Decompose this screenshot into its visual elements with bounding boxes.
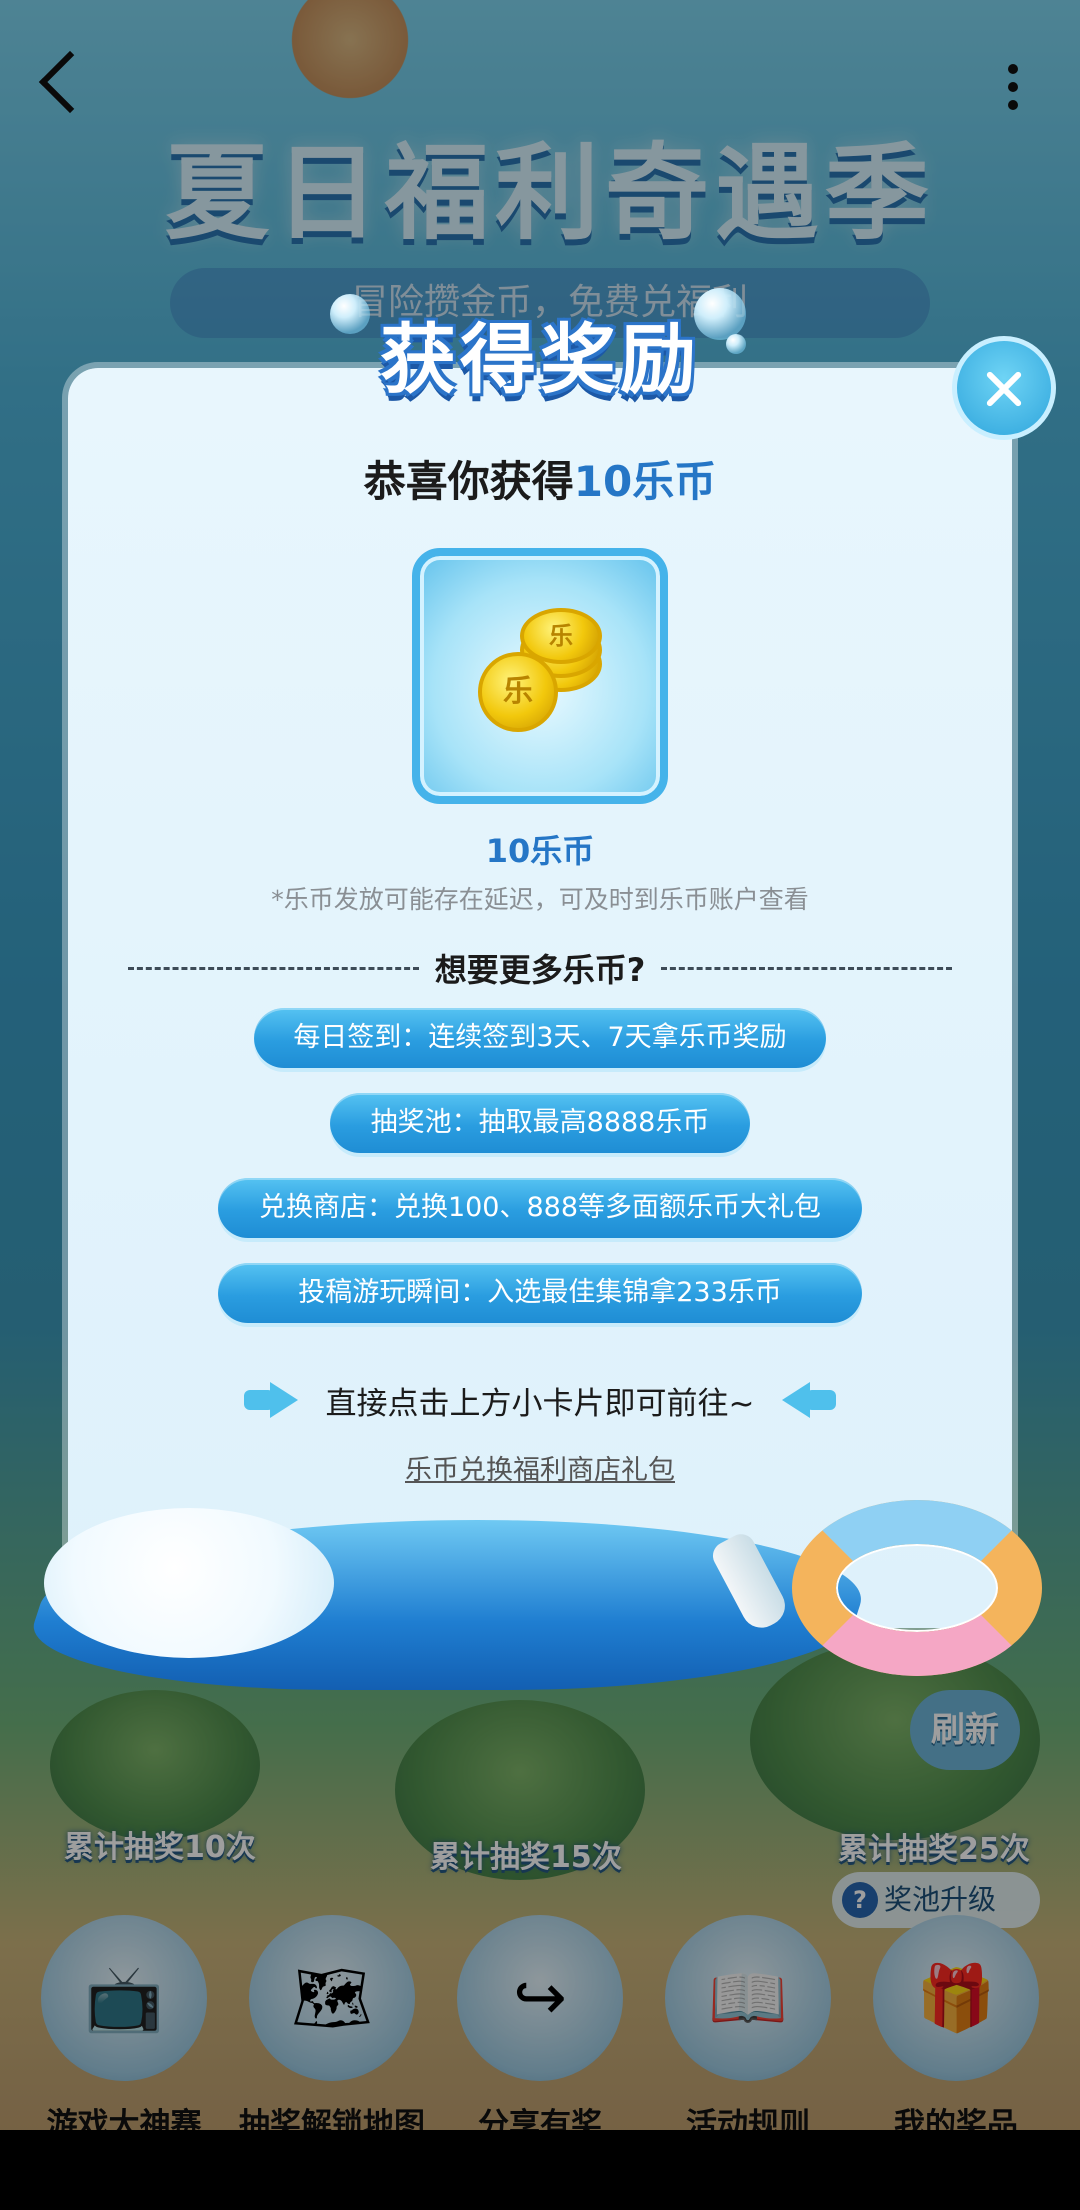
close-button[interactable] — [952, 336, 1056, 440]
modal-title: 获得奖励 — [380, 315, 700, 404]
coin-icon: 乐 — [478, 652, 558, 732]
congrats-prefix: 恭喜你获得 — [363, 457, 574, 506]
congrats-highlight: 10乐币 — [573, 457, 717, 506]
option-exchange-store[interactable]: 兑换商店：兑换100、888等多面额乐币大礼包 — [218, 1178, 862, 1238]
foam-decoration — [44, 1508, 334, 1658]
reward-name: 10乐币 — [485, 832, 595, 870]
reward-note: *乐币发放可能存在延迟，可及时到乐币账户查看 — [271, 885, 809, 914]
shop-link[interactable]: 乐币兑换福利商店礼包 — [68, 1448, 1012, 1487]
more-coins-divider: 想要更多乐币? — [128, 946, 953, 990]
option-daily-checkin[interactable]: 每日签到：连续签到3天、7天拿乐币奖励 — [254, 1008, 826, 1068]
congrats-text: 恭喜你获得10乐币 — [68, 448, 1012, 509]
arrow-left-icon — [780, 1382, 837, 1418]
hint-row: 直接点击上方小卡片即可前往~ — [68, 1372, 1012, 1428]
divider-text: 想要更多乐币? — [434, 951, 646, 989]
option-submit-moments[interactable]: 投稿游玩瞬间：入选最佳集锦拿233乐币 — [218, 1263, 862, 1323]
dashed-line — [128, 966, 419, 970]
option-lottery-pool[interactable]: 抽奖池：抽取最高8888乐币 — [330, 1093, 750, 1153]
hint-text: 直接点击上方小卡片即可前往~ — [325, 1385, 755, 1422]
reward-card: 乐 乐 — [412, 548, 668, 804]
dashed-line — [661, 966, 953, 970]
arrow-right-icon — [243, 1382, 300, 1418]
swim-ring-stripes — [792, 1500, 1042, 1676]
system-navigation-bar — [0, 2130, 1080, 2210]
